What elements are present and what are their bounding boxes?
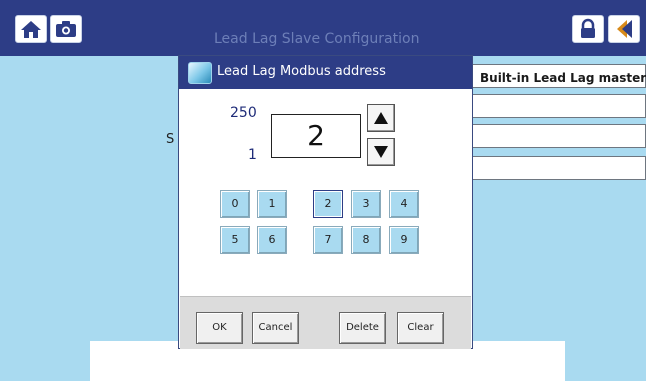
hmi-screen: Lead Lag Slave Configuration Built-in Le… bbox=[0, 0, 646, 381]
camera-icon bbox=[56, 21, 76, 37]
lock-icon bbox=[581, 18, 595, 38]
arrow-up-icon bbox=[374, 112, 388, 124]
max-value-label: 250 bbox=[230, 105, 257, 121]
page-title: Lead Lag Slave Configuration bbox=[214, 31, 420, 47]
config-field-4[interactable] bbox=[468, 156, 646, 180]
arrow-down-icon bbox=[374, 146, 388, 158]
key-4[interactable]: 4 bbox=[389, 190, 419, 218]
key-7[interactable]: 7 bbox=[313, 226, 343, 254]
keypad-app-icon bbox=[188, 62, 212, 84]
delete-button[interactable]: Delete bbox=[339, 312, 386, 344]
key-2[interactable]: 2 bbox=[313, 190, 343, 218]
modbus-address-dialog: Lead Lag Modbus address 250 1 2 0 1 2 3 … bbox=[178, 55, 473, 349]
key-6[interactable]: 6 bbox=[257, 226, 287, 254]
key-3[interactable]: 3 bbox=[351, 190, 381, 218]
home-button[interactable] bbox=[15, 15, 47, 43]
config-field-3[interactable] bbox=[468, 124, 646, 148]
home-icon bbox=[21, 21, 41, 38]
back-arrow-icon bbox=[617, 20, 632, 38]
key-0[interactable]: 0 bbox=[220, 190, 250, 218]
key-9[interactable]: 9 bbox=[389, 226, 419, 254]
clear-button[interactable]: Clear bbox=[397, 312, 444, 344]
key-8[interactable]: 8 bbox=[351, 226, 381, 254]
increment-button[interactable] bbox=[367, 104, 395, 132]
value-input[interactable]: 2 bbox=[271, 114, 361, 158]
dialog-title: Lead Lag Modbus address bbox=[217, 64, 386, 79]
dialog-title-bar: Lead Lag Modbus address bbox=[179, 56, 472, 89]
min-value-label: 1 bbox=[248, 147, 257, 163]
config-field-2[interactable] bbox=[468, 94, 646, 118]
key-5[interactable]: 5 bbox=[220, 226, 250, 254]
background-label: S bbox=[166, 132, 175, 147]
camera-button[interactable] bbox=[50, 15, 82, 43]
cancel-button[interactable]: Cancel bbox=[252, 312, 299, 344]
ok-button[interactable]: OK bbox=[196, 312, 243, 344]
decrement-button[interactable] bbox=[367, 138, 395, 166]
key-1[interactable]: 1 bbox=[257, 190, 287, 218]
lead-lag-master-field-text: Built-in Lead Lag master bbox=[480, 71, 646, 85]
lock-button[interactable] bbox=[572, 15, 604, 43]
back-button[interactable] bbox=[608, 15, 640, 43]
header-bar: Lead Lag Slave Configuration bbox=[0, 0, 646, 56]
